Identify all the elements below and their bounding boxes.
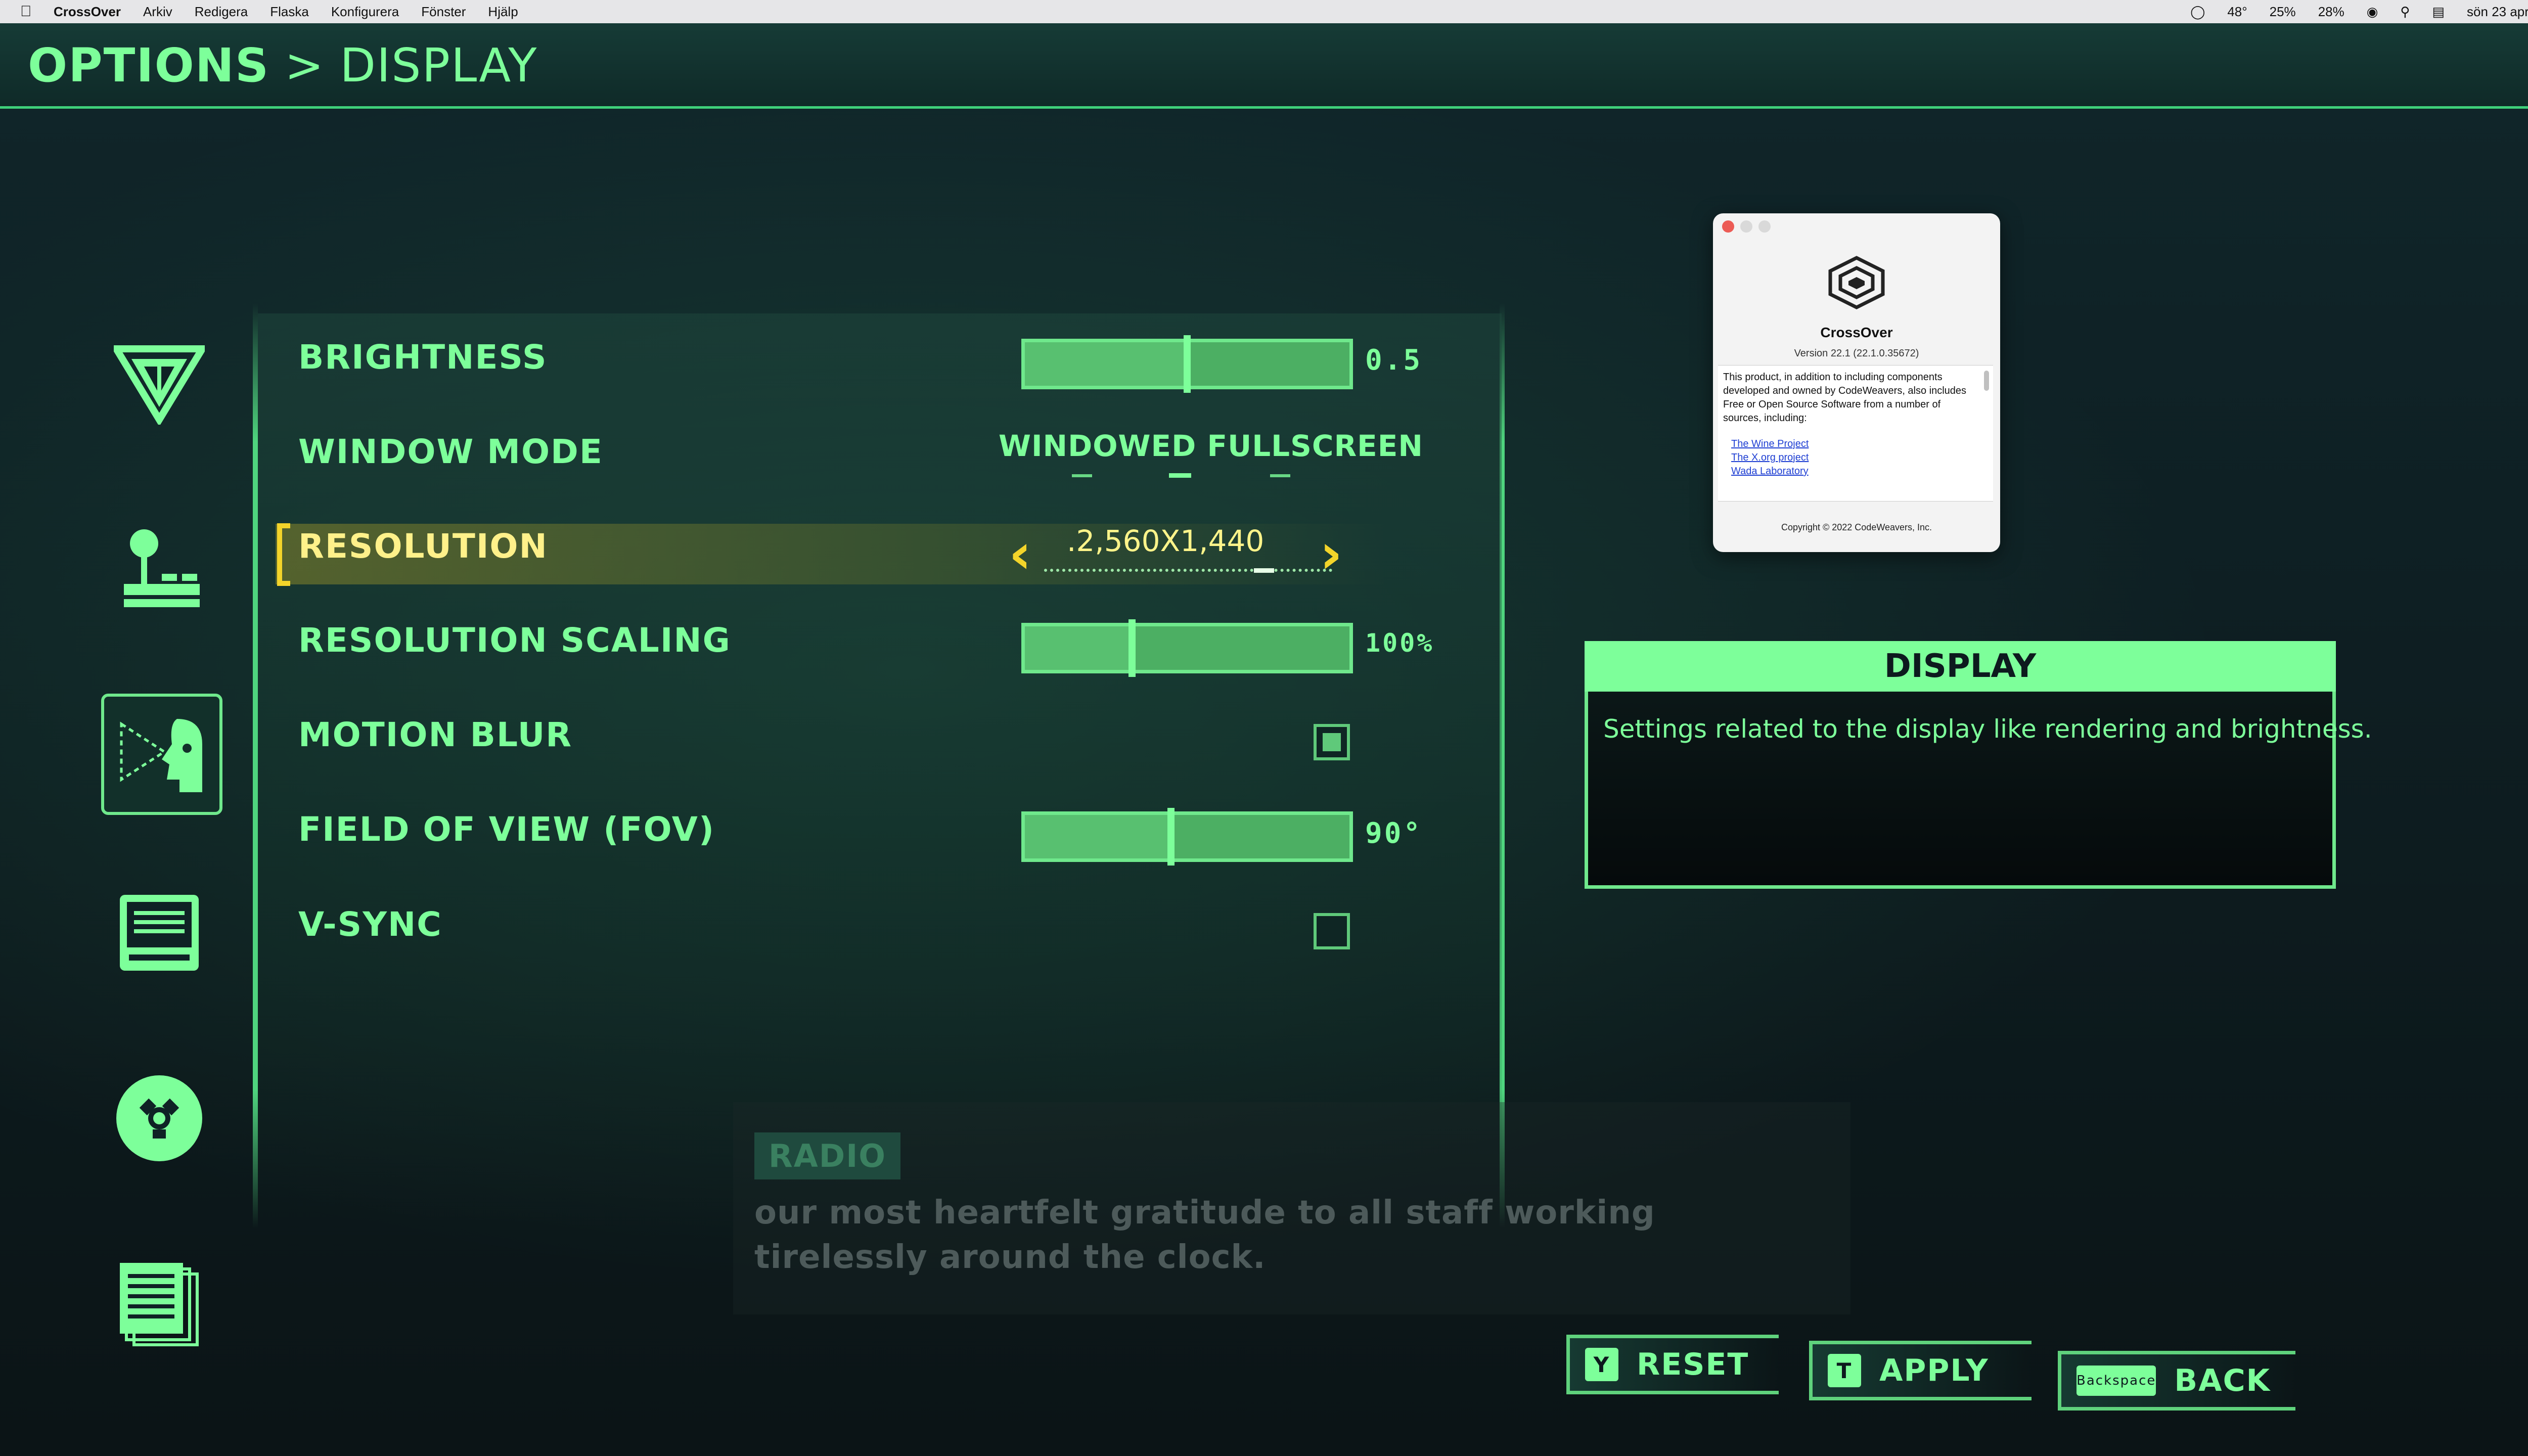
- fov-value: 90°: [1365, 817, 1423, 850]
- subtitle-text: our most heartfelt gratitude to all staf…: [754, 1194, 1655, 1276]
- display-profile-icon: [120, 719, 202, 792]
- resolution-option-track: [1044, 569, 1332, 572]
- battery-status-2[interactable]: 28%: [2318, 4, 2344, 20]
- monitor-icon: [120, 895, 199, 971]
- about-title: CrossOver: [1820, 325, 1893, 340]
- motion-blur-checkbox[interactable]: [1314, 724, 1350, 760]
- control-center-icon[interactable]: ▤: [2432, 4, 2445, 20]
- info-card-description: Settings related to the display like ren…: [1603, 714, 2372, 744]
- temperature-status[interactable]: 48°: [2227, 4, 2247, 20]
- about-license-text[interactable]: This product, in addition to including c…: [1718, 365, 1993, 502]
- emblem-icon: [114, 345, 205, 425]
- vsync-checkbox[interactable]: [1314, 913, 1350, 949]
- window-mode-option-indicator-active: [1169, 473, 1191, 478]
- menu-app-name[interactable]: CrossOver: [54, 4, 121, 20]
- spotlight-search-icon[interactable]: ⚲: [2400, 4, 2410, 20]
- window-close-button[interactable]: [1722, 220, 1734, 233]
- rail-emblem[interactable]: [99, 324, 220, 445]
- resolution-option-indicator-active: [1254, 568, 1274, 573]
- reset-key-hint: Y: [1585, 1348, 1618, 1381]
- window-mode-value[interactable]: WINDOWED FULLSCREEN: [999, 429, 1423, 463]
- menu-arkiv[interactable]: Arkiv: [143, 4, 172, 20]
- motion-blur-label[interactable]: MOTION BLUR: [298, 715, 572, 754]
- fov-slider-fill: [1025, 815, 1171, 858]
- back-key-hint: Backspace: [2076, 1366, 2156, 1396]
- joystick-icon: [124, 529, 200, 607]
- back-button[interactable]: Backspace BACK: [2058, 1351, 2295, 1410]
- window-mode-label[interactable]: WINDOW MODE: [298, 432, 603, 471]
- breadcrumb-separator: >: [285, 38, 325, 93]
- menu-flaska[interactable]: Flaska: [270, 4, 309, 20]
- fov-slider[interactable]: [1021, 808, 1353, 866]
- options-header-bar: OPTIONS > DISPLAY: [0, 23, 2528, 109]
- breadcrumb: OPTIONS > DISPLAY: [28, 38, 537, 93]
- rail-controls[interactable]: [99, 508, 220, 629]
- rail-display[interactable]: [101, 694, 222, 815]
- battery-status-1[interactable]: 25%: [2270, 4, 2296, 20]
- window-mode-option-indicator: [1270, 474, 1290, 477]
- menu-konfigurera[interactable]: Konfigurera: [331, 4, 399, 20]
- resolution-left-arrow-icon[interactable]: ‹: [1009, 526, 1031, 581]
- documents-icon: [120, 1263, 199, 1346]
- link-wada-laboratory[interactable]: Wada Laboratory: [1731, 465, 1978, 478]
- steam-icon[interactable]: ◯: [2190, 4, 2205, 20]
- crossover-logo-icon: [1828, 256, 1885, 309]
- display-info-card: DISPLAY Settings related to the display …: [1585, 641, 2372, 889]
- reset-button-label: RESET: [1637, 1347, 1749, 1382]
- apply-key-hint: T: [1828, 1354, 1861, 1387]
- window-minimize-button[interactable]: [1740, 220, 1752, 233]
- brightness-slider[interactable]: [1021, 335, 1353, 393]
- breadcrumb-options[interactable]: OPTIONS: [28, 38, 269, 93]
- left-divider: [253, 303, 258, 1228]
- brightness-slider-fill: [1025, 342, 1187, 386]
- about-version: Version 22.1 (22.1.0.35672): [1794, 348, 1919, 359]
- menu-redigera[interactable]: Redigera: [195, 4, 248, 20]
- brightness-slider-knob[interactable]: [1184, 335, 1191, 393]
- back-button-label: BACK: [2174, 1363, 2271, 1398]
- selection-bracket: [277, 523, 290, 586]
- apply-button[interactable]: T APPLY: [1809, 1341, 2032, 1400]
- brightness-label[interactable]: BRIGHTNESS: [298, 338, 548, 377]
- resolution-right-arrow-icon[interactable]: ›: [1320, 526, 1342, 581]
- about-scrollbar[interactable]: [1984, 371, 1989, 391]
- rail-documents[interactable]: [99, 1244, 220, 1365]
- reset-button[interactable]: Y RESET: [1566, 1335, 1779, 1394]
- resolution-scaling-value: 100%: [1365, 628, 1434, 658]
- rail-monitor[interactable]: [99, 875, 220, 996]
- record-icon[interactable]: ◉: [2367, 4, 2378, 20]
- vsync-label[interactable]: V-SYNC: [298, 905, 442, 944]
- clock[interactable]: sön 23 apr. 02:02: [2467, 4, 2528, 20]
- fov-label[interactable]: FIELD OF VIEW (FOV): [298, 810, 715, 849]
- menu-hjalp[interactable]: Hjälp: [488, 4, 518, 20]
- about-body-text: This product, in addition to including c…: [1723, 372, 1967, 424]
- subtitle-speaker-tag: RADIO: [754, 1132, 900, 1179]
- window-zoom-button[interactable]: [1758, 220, 1771, 233]
- apple-menu-icon[interactable]: : [20, 3, 35, 20]
- apply-button-label: APPLY: [1879, 1353, 1989, 1388]
- resolution-scaling-label[interactable]: RESOLUTION SCALING: [298, 621, 731, 660]
- about-copyright: Copyright © 2022 CodeWeavers, Inc.: [1781, 522, 1932, 532]
- status-tray: ◯ 48° 25% 28% ◉ ⚲ ▤ sön 23 apr. 02:02: [2190, 0, 2528, 23]
- info-card-title: DISPLAY: [1585, 641, 2336, 692]
- crossover-about-window: CrossOver Version 22.1 (22.1.0.35672) Th…: [1713, 213, 2000, 552]
- link-xorg-project[interactable]: The X.org project: [1731, 451, 1978, 465]
- window-mode-option-indicator: [1072, 474, 1092, 477]
- menu-fonster[interactable]: Fönster: [421, 4, 466, 20]
- audio-reel-icon: [116, 1075, 202, 1161]
- link-wine-project[interactable]: The Wine Project: [1731, 437, 1978, 451]
- rail-audio[interactable]: [99, 1058, 220, 1179]
- fov-slider-knob[interactable]: [1167, 808, 1175, 866]
- resolution-value: .2,560X1,440: [1067, 524, 1265, 558]
- motion-blur-checkbox-check: [1323, 733, 1341, 751]
- resolution-scaling-slider-knob[interactable]: [1128, 619, 1136, 677]
- resolution-scaling-slider-fill: [1025, 626, 1132, 670]
- resolution-scaling-slider[interactable]: [1021, 619, 1353, 677]
- breadcrumb-display: DISPLAY: [340, 38, 538, 93]
- macos-menu-bar:  CrossOver Arkiv Redigera Flaska Konfig…: [0, 0, 2528, 23]
- resolution-label[interactable]: RESOLUTION: [298, 527, 548, 566]
- brightness-value: 0.5: [1365, 344, 1423, 377]
